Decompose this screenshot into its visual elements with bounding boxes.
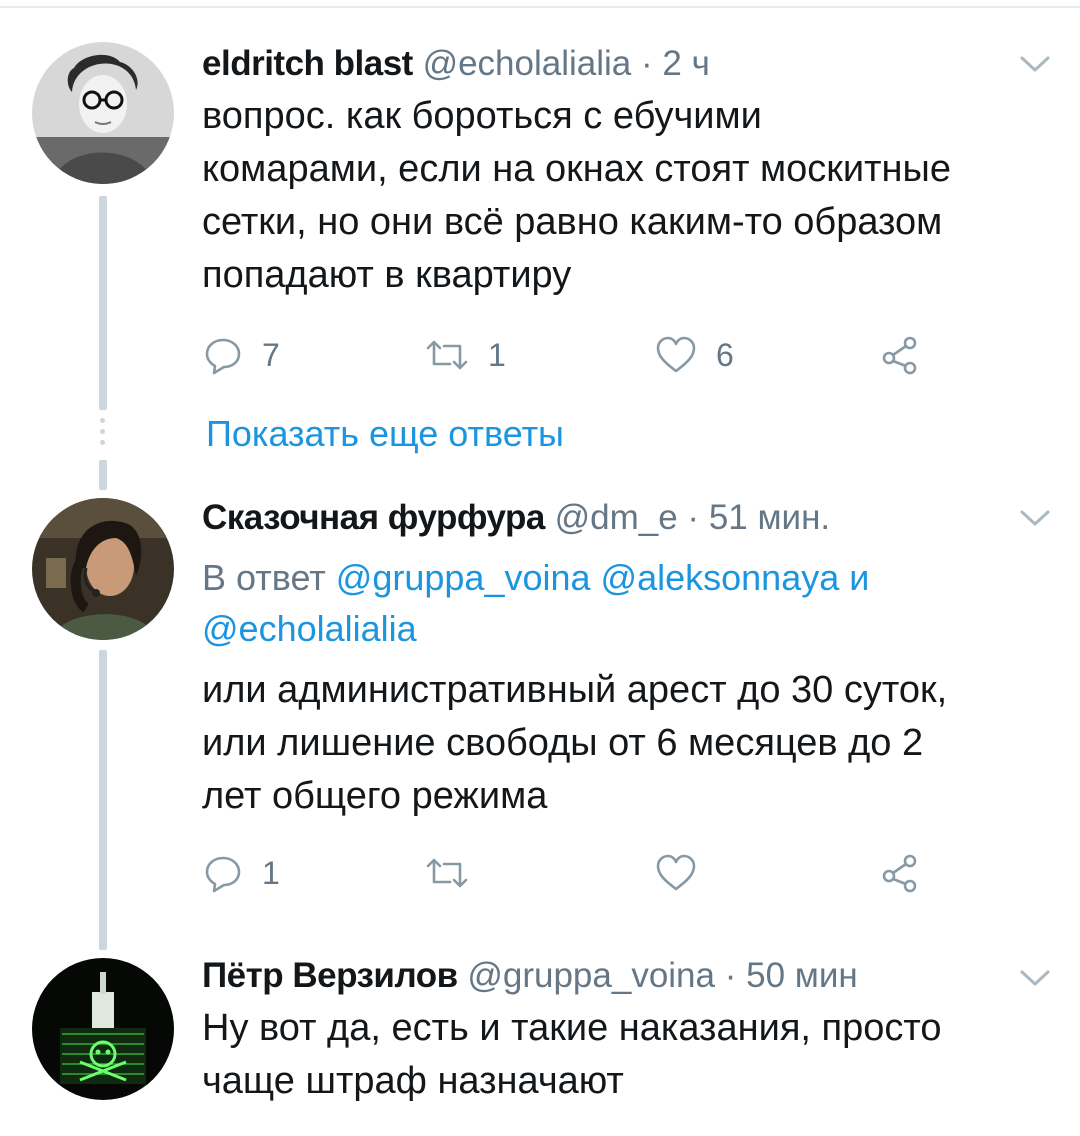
timestamp[interactable]: 2 ч: [662, 44, 709, 83]
tweet-text-line: комарами, если на окнах стоят москитные: [202, 148, 951, 190]
tweet-text-line: чаще штраф назначают: [202, 1060, 624, 1102]
avatar[interactable]: [32, 498, 174, 640]
thread-ellipsis: [100, 418, 106, 451]
tweet-actions: 7 1 6: [202, 330, 1062, 380]
tweet-text-line: вопрос. как бороться с ебучими: [202, 95, 762, 137]
tweet-text: или административный арест до 30 суток, …: [202, 664, 1062, 823]
author-handle[interactable]: @gruppa_voina: [467, 956, 715, 995]
heart-icon: [654, 852, 698, 894]
avatar[interactable]: [32, 958, 174, 1100]
tweet-text: вопрос. как бороться с ебучими комарами,…: [202, 90, 1062, 302]
chevron-down-icon[interactable]: [1018, 54, 1052, 74]
tweet-header: eldritch blast @echolalialia · 2 ч: [202, 44, 710, 84]
share-button[interactable]: [878, 330, 922, 380]
tweet-header: Сказочная фурфура @dm_e · 51 мин.: [202, 498, 830, 538]
mention-link[interactable]: @echolalialia: [202, 608, 417, 649]
tweet-text-line: лет общего режима: [202, 775, 548, 817]
tweet-text-line: Ну вот да, есть и такие наказания, прост…: [202, 1007, 942, 1049]
tweet-text-line: сетки, но они всё равно каким-то образом: [202, 201, 943, 243]
avatar[interactable]: [32, 42, 174, 184]
reply-to-and: и: [849, 557, 870, 598]
reply-icon: [202, 334, 244, 376]
top-divider: [0, 0, 1080, 8]
mention-link[interactable]: @gruppa_voina: [336, 557, 591, 598]
separator: ·: [724, 956, 737, 995]
reply-button[interactable]: 1: [202, 848, 280, 898]
author-handle[interactable]: @dm_e: [555, 498, 678, 537]
reply-button[interactable]: 7: [202, 330, 280, 380]
heart-icon: [654, 334, 698, 376]
author-handle[interactable]: @echolalialia: [423, 44, 632, 83]
tweet-text-line: попадают в квартиру: [202, 254, 572, 296]
reply-icon: [202, 852, 244, 894]
author-name[interactable]: Сказочная фурфура: [202, 498, 545, 537]
tweet-text-line: или лишение свободы от 6 месяцев до 2: [202, 722, 924, 764]
retweet-count: 1: [488, 336, 506, 373]
tweet-text: Ну вот да, есть и такие наказания, прост…: [202, 1002, 1062, 1108]
show-more-replies-link[interactable]: Показать еще ответы: [206, 413, 564, 455]
reply-to-prefix: В ответ: [202, 557, 326, 598]
like-count: 6: [716, 336, 734, 373]
chevron-down-icon[interactable]: [1018, 508, 1052, 528]
retweet-button[interactable]: [424, 848, 488, 898]
tweet-header: Пётр Верзилов @gruppa_voina · 50 мин: [202, 956, 858, 996]
retweet-icon: [424, 334, 470, 376]
like-button[interactable]: [654, 848, 716, 898]
author-name[interactable]: eldritch blast: [202, 44, 413, 83]
reply-count: 7: [262, 336, 280, 373]
chevron-down-icon[interactable]: [1018, 968, 1052, 988]
thread-line: [99, 650, 107, 950]
thread-line: [99, 196, 107, 410]
timestamp[interactable]: 50 мин: [746, 956, 858, 995]
tweet-text-line: или административный арест до 30 суток,: [202, 669, 948, 711]
mention-link[interactable]: @aleksonnaya: [601, 557, 840, 598]
reply-count: 1: [262, 854, 280, 891]
thread-line: [99, 460, 107, 490]
retweet-icon: [424, 852, 470, 894]
tweet-actions: 1: [202, 848, 1062, 898]
separator: ·: [687, 498, 700, 537]
reply-context: В ответ @gruppa_voina @aleksonnaya и @ec…: [202, 552, 1062, 654]
share-icon: [878, 852, 922, 894]
separator: ·: [641, 44, 653, 83]
retweet-button[interactable]: 1: [424, 330, 506, 380]
like-button[interactable]: 6: [654, 330, 734, 380]
share-icon: [878, 334, 922, 376]
share-button[interactable]: [878, 848, 922, 898]
author-name[interactable]: Пётр Верзилов: [202, 956, 458, 995]
timestamp[interactable]: 51 мин.: [709, 498, 830, 537]
